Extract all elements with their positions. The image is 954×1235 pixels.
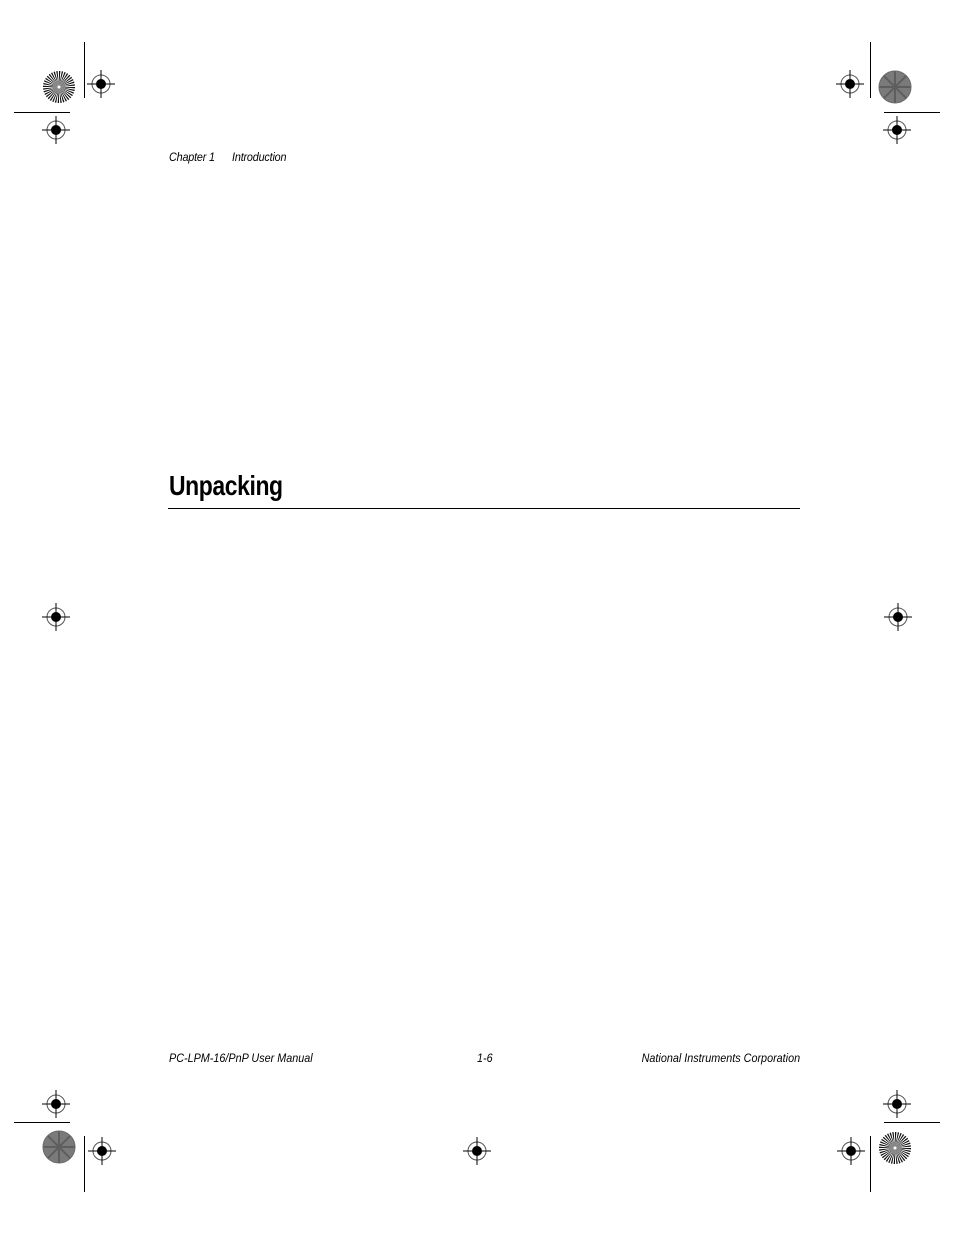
registration-mark-icon: [42, 116, 70, 144]
crop-mark-top-left-vertical: [84, 42, 85, 98]
registration-mark-icon: [884, 603, 912, 631]
registration-mark-icon: [42, 1090, 70, 1118]
crop-mark-bottom-left-horizontal: [14, 1122, 70, 1123]
chapter-label: Chapter 1: [169, 150, 215, 164]
starburst-target-icon: [43, 71, 75, 103]
registration-mark-icon: [88, 1137, 116, 1165]
registration-mark-icon: [42, 603, 70, 631]
footer-page-number: 1-6: [477, 1051, 493, 1065]
crop-mark-bottom-left-vertical: [84, 1136, 85, 1192]
starburst-target-icon: [879, 1132, 911, 1164]
footer-publisher: National Instruments Corporation: [641, 1051, 800, 1065]
registration-mark-icon: [836, 70, 864, 98]
registration-mark-icon: [883, 116, 911, 144]
heading-rule: [168, 508, 800, 509]
crop-mark-bottom-right-vertical: [870, 1136, 871, 1192]
registration-mark-icon: [837, 1137, 865, 1165]
running-head: Chapter 1 Introduction: [169, 150, 287, 164]
crop-mark-top-right-vertical: [870, 42, 871, 98]
section-heading: Unpacking: [169, 470, 283, 501]
chapter-title: Introduction: [232, 150, 287, 164]
registration-mark-icon: [87, 70, 115, 98]
crop-mark-top-right-horizontal: [884, 112, 940, 113]
registration-mark-icon: [883, 1090, 911, 1118]
crop-mark-bottom-right-horizontal: [884, 1122, 940, 1123]
crop-mark-top-left-horizontal: [14, 112, 70, 113]
gray-density-target-icon: [878, 70, 912, 104]
gray-density-target-icon: [42, 1130, 76, 1164]
registration-mark-icon: [463, 1137, 491, 1165]
footer-manual-title: PC-LPM-16/PnP User Manual: [169, 1051, 313, 1065]
